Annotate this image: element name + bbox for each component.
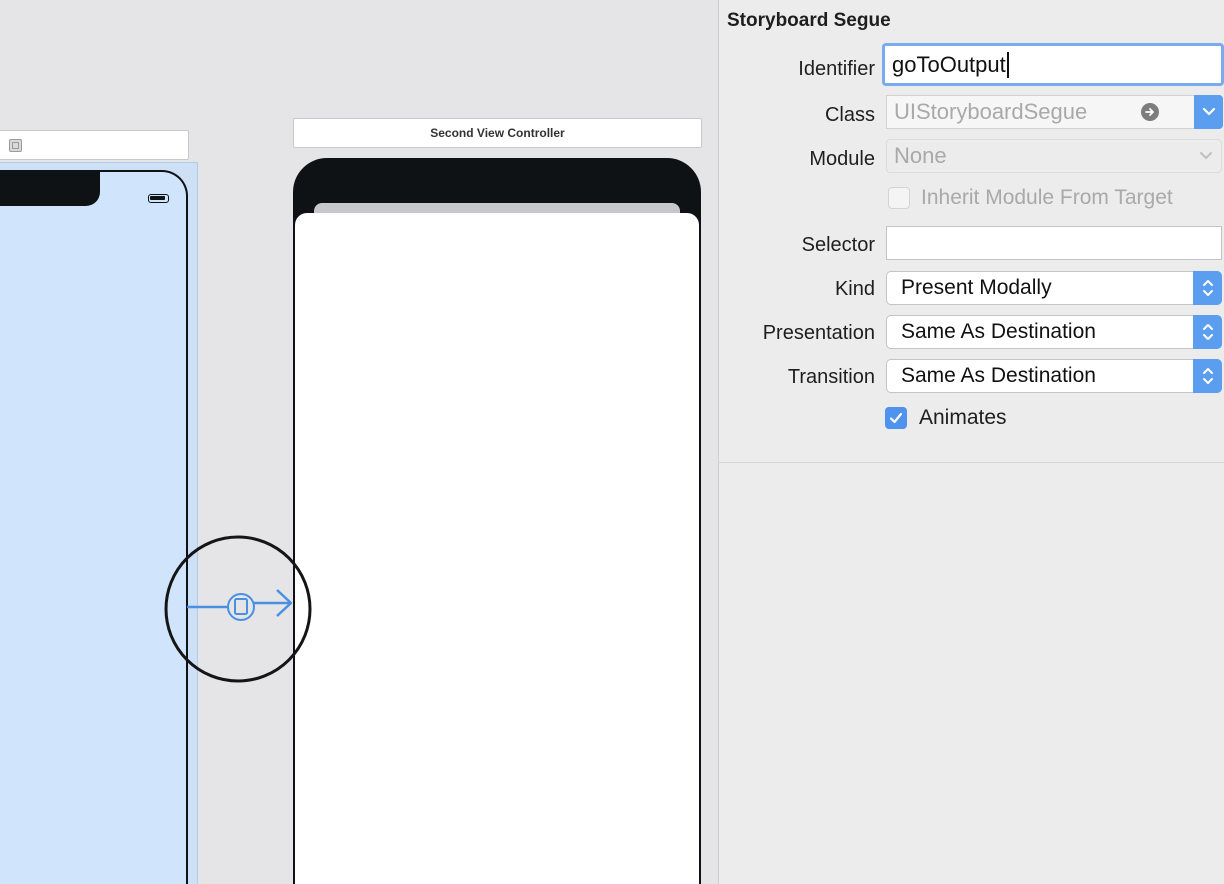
module-label: Module xyxy=(809,148,875,170)
identifier-value: goToOutput xyxy=(892,51,1006,77)
selector-field[interactable] xyxy=(886,226,1222,260)
inherit-module-checkbox[interactable] xyxy=(888,187,910,209)
kind-label: Kind xyxy=(834,278,875,300)
section-title: Storyboard Segue xyxy=(727,10,891,31)
first-view-controller-scene[interactable] xyxy=(0,170,188,884)
view-controller-icon[interactable] xyxy=(9,138,22,152)
module-combobox[interactable]: None xyxy=(886,139,1222,173)
transition-value: Same As Destination xyxy=(901,364,1096,387)
text-caret xyxy=(1006,51,1009,78)
inherit-module-label: Inherit Module From Target xyxy=(921,186,1173,209)
animates-checkbox[interactable] xyxy=(885,407,907,429)
device-notch xyxy=(0,172,100,206)
up-down-stepper-icon[interactable] xyxy=(1193,271,1222,305)
class-label: Class xyxy=(824,104,875,126)
second-scene-dock[interactable]: Second View Controller xyxy=(293,118,702,148)
battery-icon xyxy=(148,194,169,203)
transition-popup[interactable]: Same As Destination xyxy=(886,359,1222,393)
presentation-popup[interactable]: Same As Destination xyxy=(886,315,1222,349)
presentation-value: Same As Destination xyxy=(901,320,1096,343)
section-divider xyxy=(719,462,1224,463)
go-arrow-icon[interactable] xyxy=(1141,103,1159,121)
second-view-controller-view[interactable] xyxy=(295,213,699,884)
presentation-label: Presentation xyxy=(762,322,875,344)
kind-popup[interactable]: Present Modally xyxy=(886,271,1222,305)
checkmark-icon xyxy=(889,412,903,424)
attributes-inspector: Storyboard Segue Identifier goToOutput C… xyxy=(718,0,1224,884)
chevron-down-icon xyxy=(1202,107,1215,116)
kind-value: Present Modally xyxy=(901,276,1052,299)
class-placeholder: UIStoryboardSegue xyxy=(894,99,1088,124)
first-scene-dock[interactable] xyxy=(0,130,189,160)
class-combobox[interactable]: UIStoryboardSegue xyxy=(886,95,1195,129)
segue-connection[interactable] xyxy=(155,530,320,685)
module-placeholder: None xyxy=(894,143,947,168)
animates-label: Animates xyxy=(919,406,1007,429)
up-down-stepper-icon[interactable] xyxy=(1193,359,1222,393)
storyboard-canvas[interactable]: Second View Controller xyxy=(0,0,718,884)
segue-modal-icon[interactable] xyxy=(227,593,255,621)
identifier-label: Identifier xyxy=(798,58,875,80)
second-view-controller-scene[interactable] xyxy=(293,158,701,884)
first-view-controller-view[interactable] xyxy=(0,172,186,884)
class-dropdown-button[interactable] xyxy=(1194,95,1223,129)
chevron-down-icon xyxy=(1200,152,1212,159)
transition-label: Transition xyxy=(787,366,875,388)
selector-label: Selector xyxy=(801,234,875,256)
second-scene-title: Second View Controller xyxy=(430,126,565,140)
up-down-stepper-icon[interactable] xyxy=(1193,315,1222,349)
identifier-field[interactable]: goToOutput xyxy=(882,43,1224,86)
